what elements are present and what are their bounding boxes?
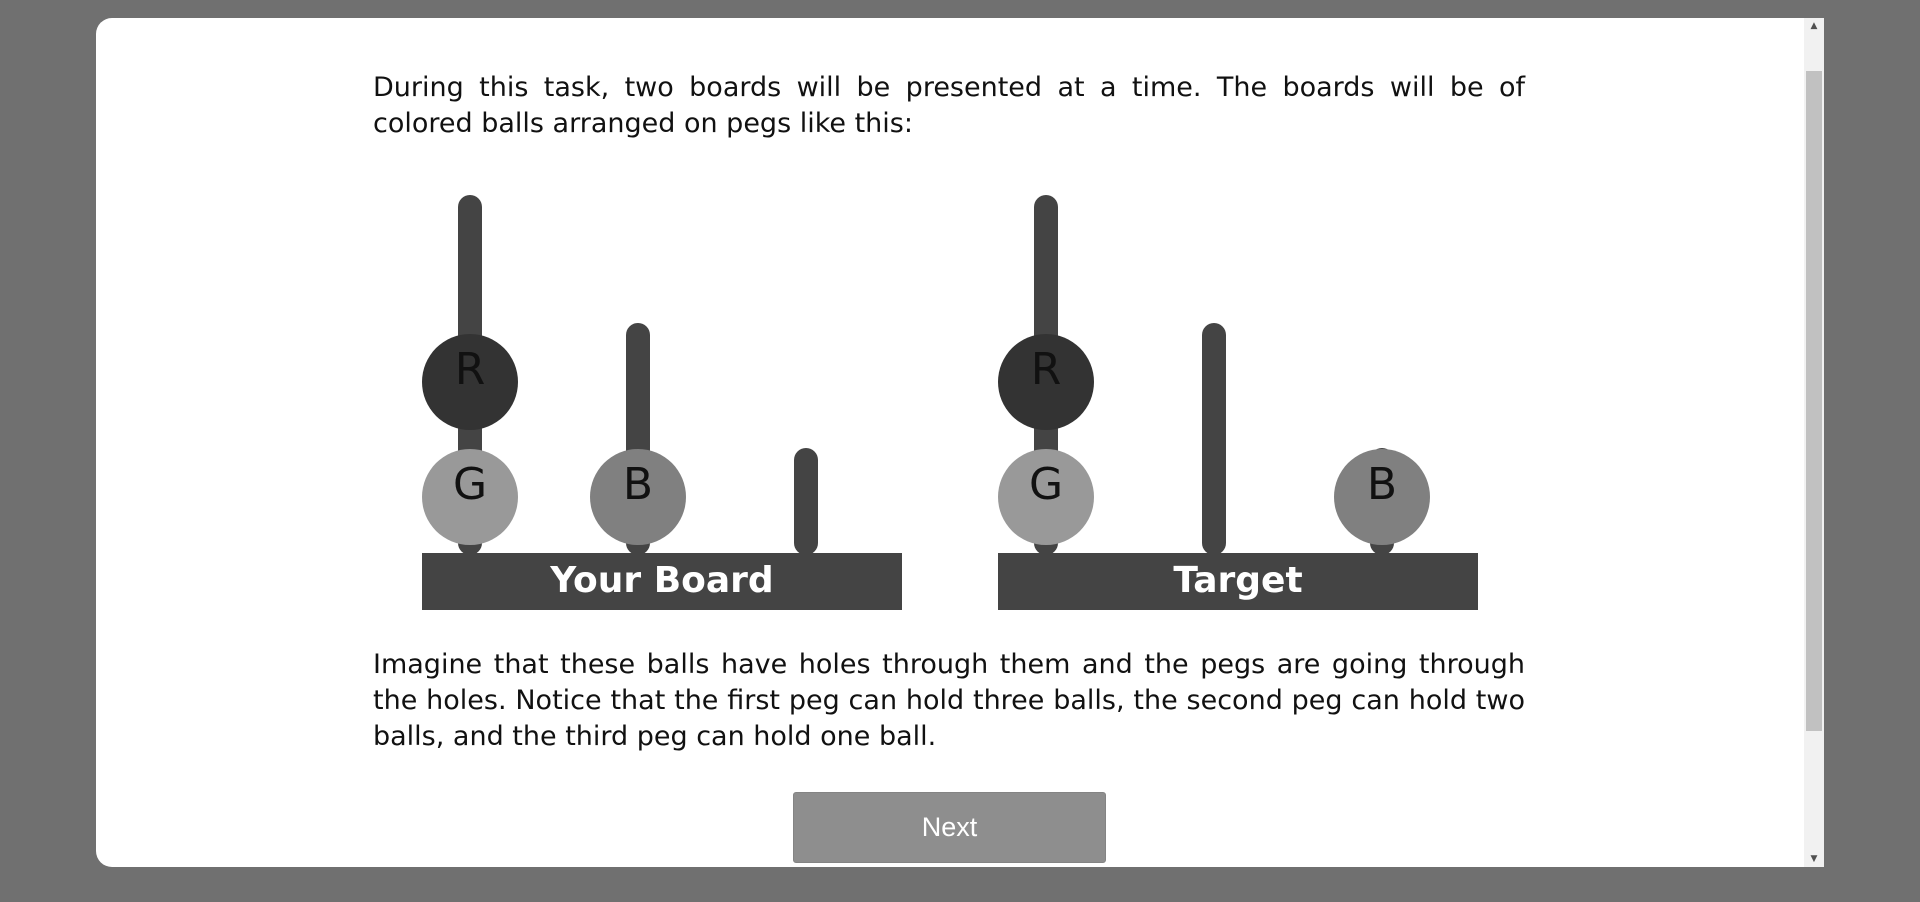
ball-label: B (623, 459, 653, 510)
ball-label: G (1029, 459, 1063, 510)
ball-label: R (1031, 344, 1062, 395)
board-0: G R B Your Board (422, 195, 902, 610)
peg (1202, 323, 1226, 555)
peg (794, 448, 818, 555)
boards-illustration: G R B Your Board G R B Target (422, 195, 1478, 610)
instruction-card: During this task, two boards will be pre… (96, 18, 1824, 867)
next-button[interactable]: Next (793, 792, 1106, 863)
board-label: Your Board (549, 560, 773, 601)
ball-label: R (455, 344, 486, 395)
board-label: Target (1173, 560, 1302, 601)
board-1: G R B Target (998, 195, 1478, 610)
scroll-up-icon[interactable]: ▲ (1804, 18, 1824, 34)
ball-label: G (453, 459, 487, 510)
explanation-text: Imagine that these balls have holes thro… (373, 649, 1525, 752)
scrollbar[interactable]: ▲ ▼ (1804, 18, 1824, 867)
scroll-down-icon[interactable]: ▼ (1804, 851, 1824, 867)
ball-label: B (1367, 459, 1397, 510)
scrollbar-thumb[interactable] (1806, 71, 1822, 731)
